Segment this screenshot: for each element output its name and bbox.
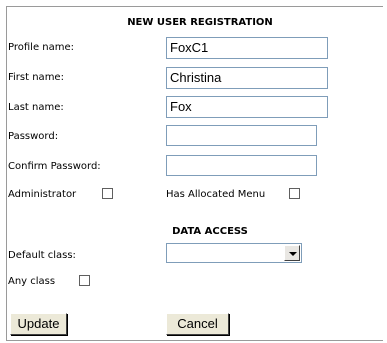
profile-name-input[interactable]: FoxC1 (166, 37, 328, 59)
last-name-input[interactable]: Fox (166, 96, 328, 118)
any-class-checkbox[interactable] (79, 275, 90, 286)
default-class-label: Default class: (8, 250, 76, 261)
registration-title: NEW USER REGISTRATION (127, 17, 273, 28)
default-class-select[interactable] (166, 243, 302, 263)
cancel-button[interactable]: Cancel (166, 313, 229, 335)
password-label: Password: (8, 131, 59, 142)
any-class-label: Any class (8, 276, 56, 287)
profile-name-label: Profile name: (8, 42, 75, 53)
administrator-label: Administrator (8, 189, 77, 200)
data-access-title: DATA ACCESS (172, 226, 248, 237)
allocated-menu-checkbox[interactable] (289, 188, 300, 199)
administrator-checkbox[interactable] (102, 188, 113, 199)
confirm-password-input[interactable] (166, 155, 317, 176)
confirm-password-label: Confirm Password: (8, 161, 101, 172)
password-input[interactable] (166, 125, 317, 146)
first-name-input[interactable]: Christina (166, 67, 328, 89)
first-name-label: First name: (8, 72, 64, 83)
update-button[interactable]: Update (10, 313, 67, 335)
chevron-down-icon[interactable] (284, 245, 300, 261)
last-name-label: Last name: (8, 102, 64, 113)
allocated-menu-label: Has Allocated Menu (166, 189, 266, 200)
